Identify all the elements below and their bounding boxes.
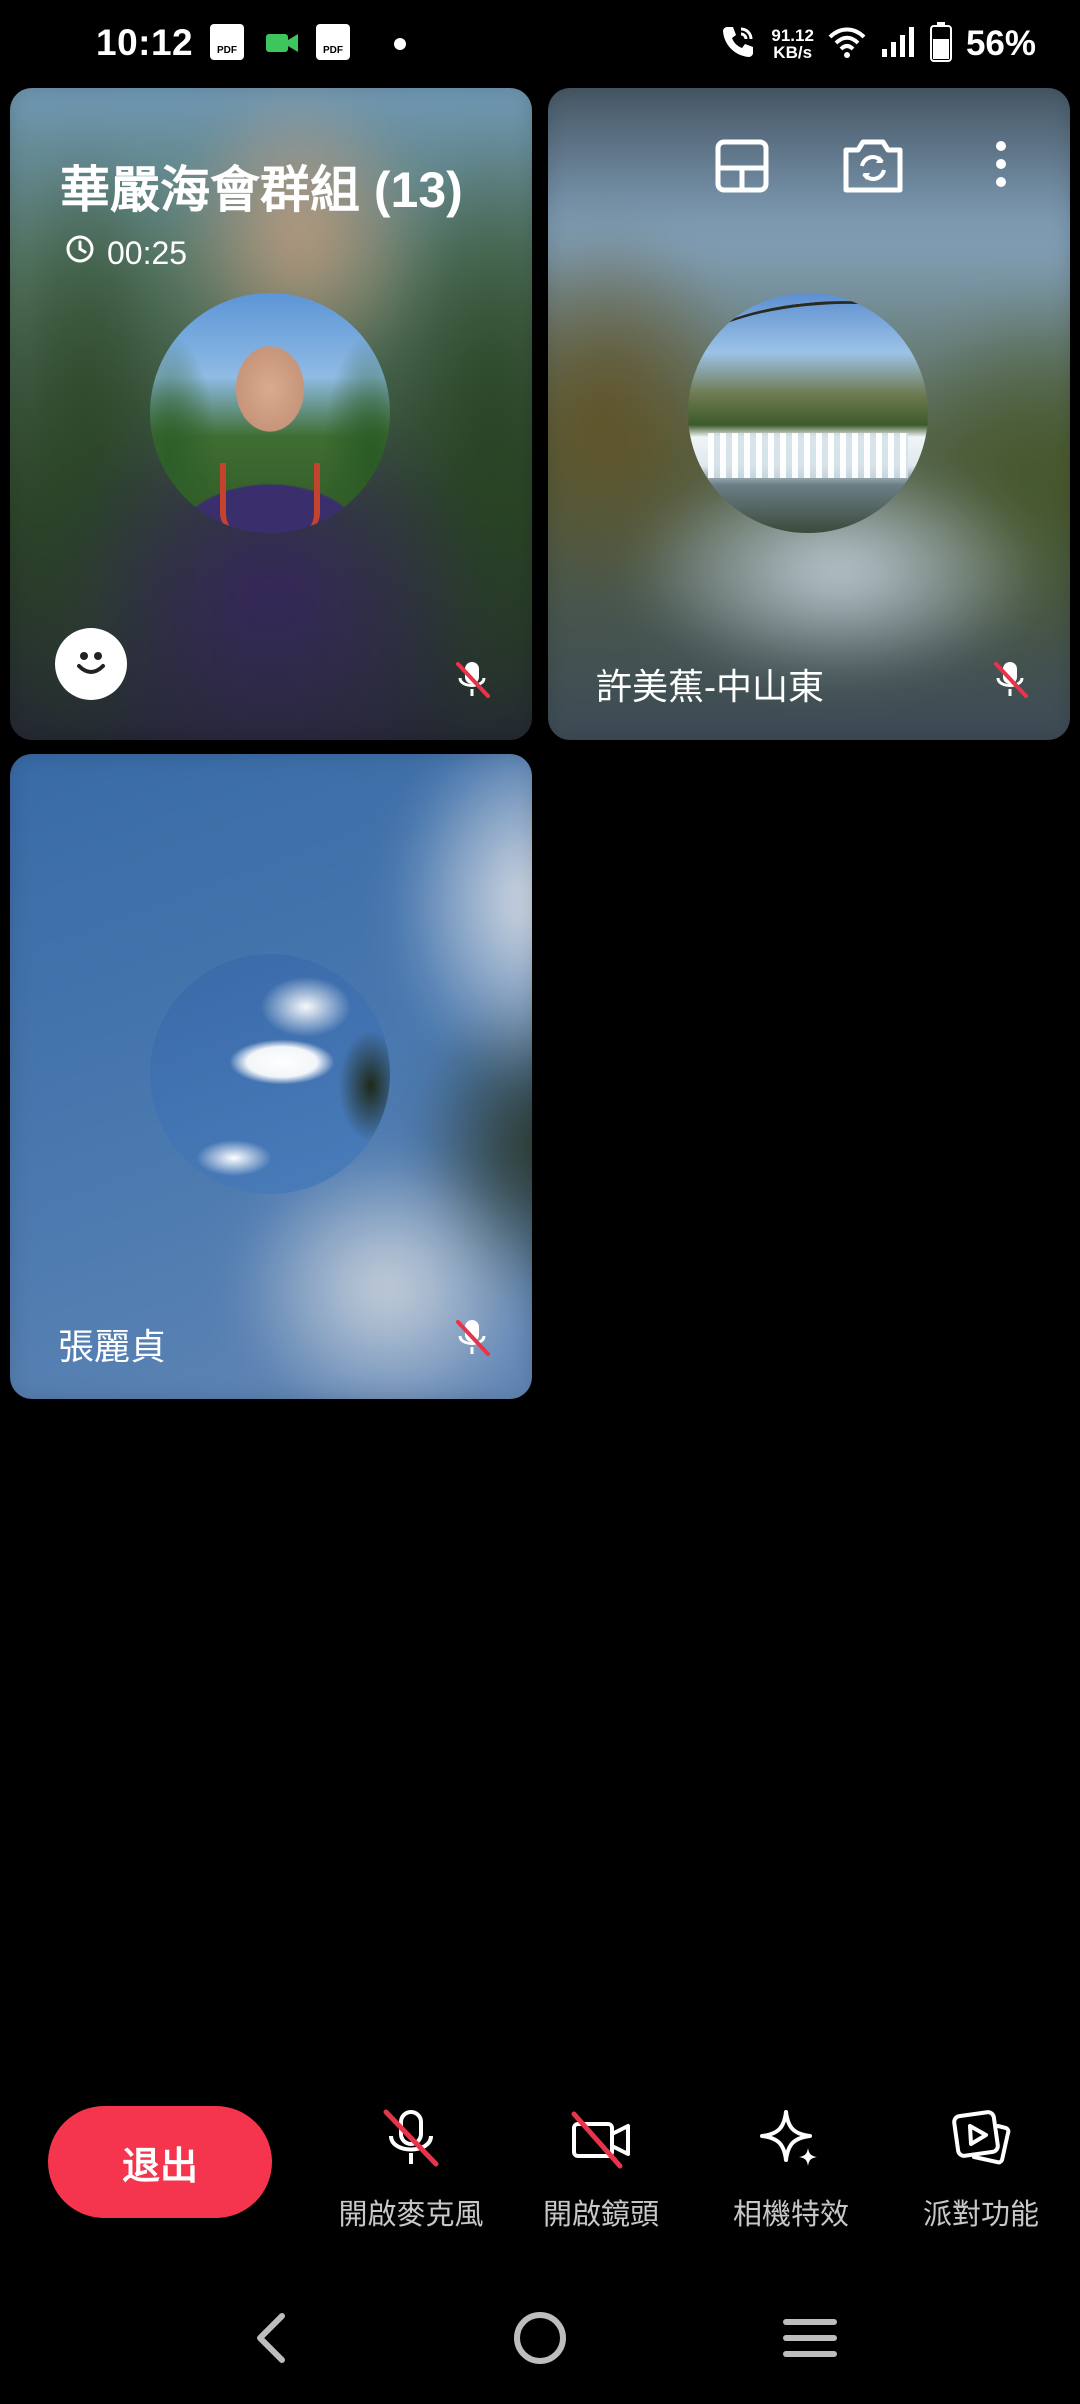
participant-name: 許美蕉-中山東 bbox=[596, 666, 824, 707]
camera-toggle-button[interactable]: 開啟鏡頭 bbox=[506, 2104, 696, 2233]
switch-camera-button[interactable] bbox=[840, 136, 906, 201]
group-title: 華嚴海會群組 (13) bbox=[60, 162, 463, 218]
nav-back-button[interactable] bbox=[230, 2300, 310, 2380]
pdf-icon: PDF bbox=[316, 24, 350, 64]
video-call-icon bbox=[264, 24, 300, 64]
pdf-icon: PDF bbox=[210, 24, 244, 64]
more-icon bbox=[986, 141, 1016, 200]
wifi-icon bbox=[828, 25, 866, 64]
layout-button[interactable] bbox=[712, 136, 772, 201]
avatar bbox=[150, 293, 390, 533]
microphone-label: 開啟麥克風 bbox=[338, 2199, 484, 2231]
back-icon bbox=[250, 2310, 290, 2371]
camera-label: 開啟鏡頭 bbox=[542, 2199, 659, 2231]
dot-icon bbox=[394, 38, 406, 50]
switch-camera-icon bbox=[840, 139, 906, 200]
effects-label: 相機特效 bbox=[732, 2199, 849, 2231]
party-play-icon bbox=[946, 2104, 1016, 2179]
mic-off-icon bbox=[376, 2104, 446, 2179]
participant-name: 張麗貞 bbox=[58, 1326, 167, 1367]
battery-icon bbox=[929, 21, 952, 67]
wifi-call-icon bbox=[719, 23, 757, 66]
nav-recents-button[interactable] bbox=[770, 2300, 850, 2380]
nav-home-button[interactable] bbox=[500, 2300, 580, 2380]
avatar bbox=[150, 954, 390, 1194]
layout-icon bbox=[712, 139, 772, 200]
network-speed: 91.12 KB/s bbox=[771, 26, 814, 62]
call-timer: 00:25 bbox=[65, 234, 187, 272]
reaction-button[interactable] bbox=[55, 628, 127, 700]
participant-tile[interactable]: 張麗貞 bbox=[10, 754, 532, 1399]
party-features-button[interactable]: 派對功能 bbox=[886, 2104, 1076, 2233]
mic-muted-icon bbox=[450, 1316, 494, 1360]
mic-muted-icon bbox=[450, 658, 494, 702]
clock-icon bbox=[65, 234, 95, 272]
call-duration: 00:25 bbox=[107, 234, 188, 271]
home-icon bbox=[512, 2310, 568, 2371]
signal-icon bbox=[880, 25, 916, 64]
camera-off-icon bbox=[566, 2104, 636, 2179]
smiley-icon bbox=[67, 638, 115, 691]
exit-call-button[interactable]: 退出 bbox=[48, 2106, 272, 2218]
sparkle-icon bbox=[756, 2104, 826, 2179]
camera-effects-button[interactable]: 相機特效 bbox=[696, 2104, 886, 2233]
status-bar: 10:12 PDF PDF 91.12 KB/s 56% bbox=[0, 0, 1080, 88]
avatar bbox=[688, 293, 928, 533]
party-label: 派對功能 bbox=[922, 2199, 1039, 2231]
battery-percent: 56% bbox=[965, 24, 1036, 63]
mic-muted-icon bbox=[988, 658, 1032, 702]
more-options-button[interactable] bbox=[986, 136, 1016, 201]
menu-icon bbox=[782, 2314, 838, 2367]
microphone-toggle-button[interactable]: 開啟麥克風 bbox=[316, 2104, 506, 2233]
status-time: 10:12 bbox=[96, 22, 194, 63]
participant-tile-self[interactable]: 華嚴海會群組 (13) 00:25 bbox=[10, 88, 532, 740]
